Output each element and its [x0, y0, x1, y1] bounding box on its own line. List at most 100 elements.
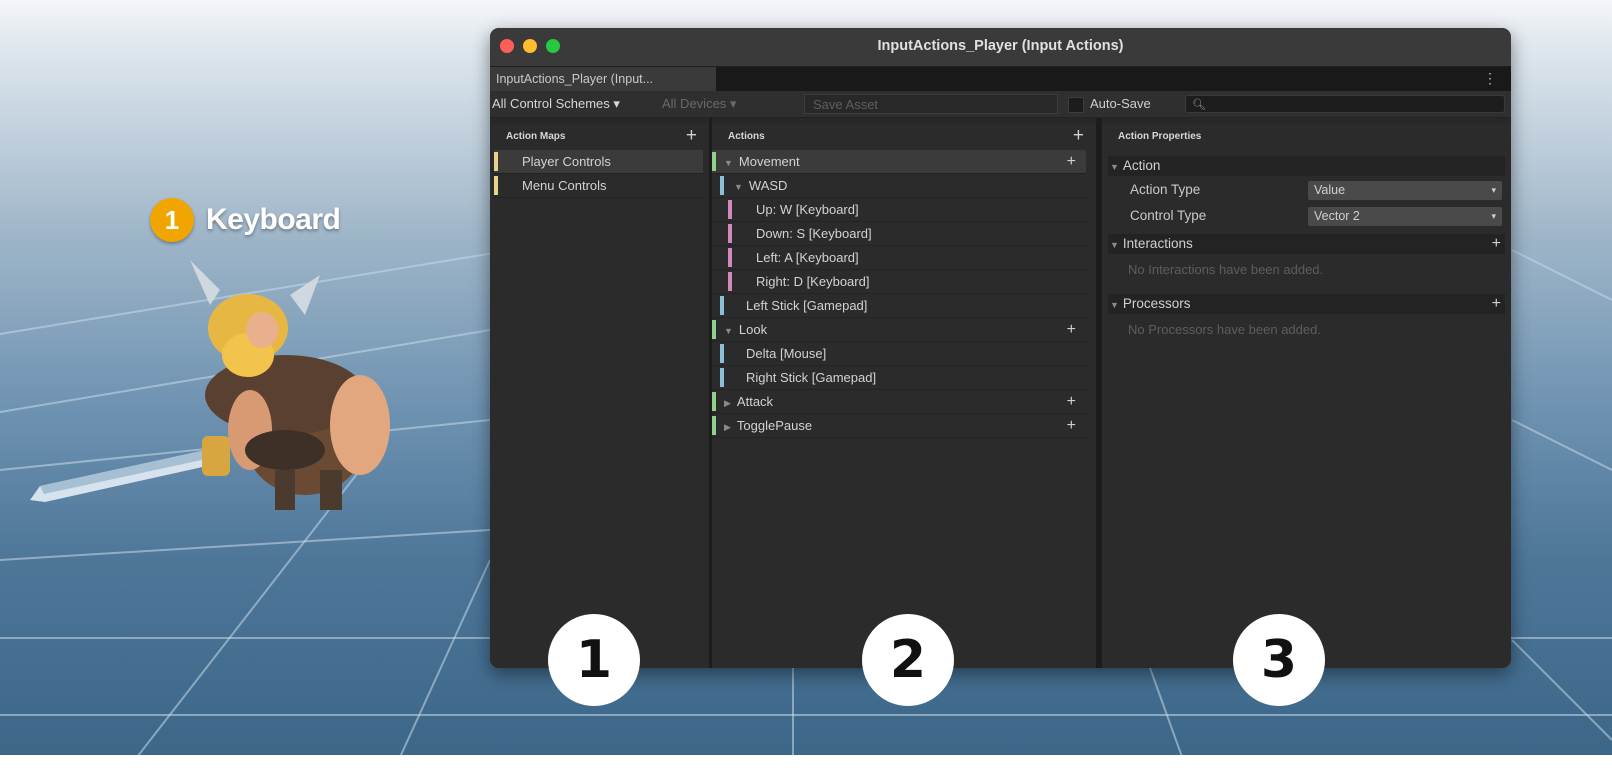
color-bar	[720, 296, 724, 315]
color-bar	[728, 248, 732, 267]
color-bar	[728, 224, 732, 243]
actions-header: Actions +	[712, 124, 1096, 150]
devices-dropdown[interactable]: All Devices ▾	[662, 91, 736, 117]
action-label: Right: D [Keyboard]	[756, 274, 870, 289]
action-label: Attack	[736, 394, 774, 409]
color-bar	[712, 320, 716, 339]
color-bar	[720, 344, 724, 363]
add-interaction-button[interactable]: +	[1492, 234, 1501, 254]
color-bar	[712, 416, 716, 435]
collapse-triangle-icon: ▼	[1110, 300, 1119, 310]
expand-triangle-icon[interactable]: ▼	[724, 158, 733, 168]
search-icon: 🔍︎	[1192, 99, 1206, 111]
action-item[interactable]: ▼ Look +	[712, 318, 1086, 342]
color-bar	[494, 152, 498, 171]
action-maps-header: Action Maps +	[490, 124, 709, 150]
action-properties-header: Action Properties	[1102, 124, 1511, 150]
collapse-triangle-icon: ▼	[1110, 240, 1119, 250]
control-type-label: Control Type	[1130, 208, 1207, 223]
action-map-label: Player Controls	[522, 154, 611, 169]
binding-item[interactable]: Left: A [Keyboard]	[712, 246, 1086, 270]
action-item[interactable]: ▶ TogglePause +	[712, 414, 1086, 438]
add-binding-button[interactable]: +	[1067, 150, 1076, 173]
action-label: Look	[738, 322, 768, 337]
input-actions-window: InputActions_Player (Input Actions) Inpu…	[490, 28, 1511, 668]
action-type-row: Action Type Value ▾	[1130, 178, 1505, 202]
search-input[interactable]: 🔍︎	[1185, 95, 1505, 113]
auto-save-label: Auto-Save	[1090, 96, 1151, 111]
expand-triangle-icon[interactable]: ▶	[724, 398, 731, 408]
badge-number: 1	[150, 198, 194, 242]
add-action-button[interactable]: +	[1073, 125, 1084, 147]
binding-item[interactable]: ▼ WASD	[712, 174, 1086, 198]
processors-section-label: Processors	[1122, 296, 1191, 311]
action-label: Left Stick [Gamepad]	[746, 298, 868, 313]
action-type-dropdown[interactable]: Value ▾	[1308, 181, 1502, 200]
action-label: Left: A [Keyboard]	[756, 250, 859, 265]
action-label: Delta [Mouse]	[746, 346, 827, 361]
tab-input-actions-player[interactable]: InputActions_Player (Input...	[490, 67, 716, 91]
color-bar	[728, 200, 732, 219]
interactions-section-label: Interactions	[1122, 236, 1193, 251]
callout-3: 3	[1233, 614, 1325, 706]
control-schemes-dropdown[interactable]: All Control Schemes ▾	[492, 91, 620, 117]
color-bar	[712, 392, 716, 411]
badge-label: Keyboard	[206, 203, 341, 236]
save-asset-button[interactable]: Save Asset	[804, 94, 1058, 114]
actions-pane: Actions + ▼ Movement + ▼ WASD Up: W [Keyboard…	[712, 124, 1096, 668]
add-binding-button[interactable]: +	[1067, 390, 1076, 413]
processors-empty-message: No Processors have been added.	[1128, 322, 1321, 337]
action-item[interactable]: ▼ Movement +	[712, 150, 1086, 174]
expand-triangle-icon[interactable]: ▼	[734, 182, 743, 192]
action-properties-pane: Action Properties ▼ Action Action Type Va…	[1102, 124, 1511, 668]
action-map-label: Menu Controls	[522, 178, 607, 193]
binding-item[interactable]: Right Stick [Gamepad]	[712, 366, 1086, 390]
expand-triangle-icon[interactable]: ▶	[724, 422, 731, 432]
action-label: TogglePause	[736, 418, 813, 433]
control-type-dropdown[interactable]: Vector 2 ▾	[1308, 207, 1502, 226]
dropdown-arrow-icon: ▾	[1491, 185, 1496, 195]
color-bar	[494, 176, 498, 195]
add-processor-button[interactable]: +	[1492, 294, 1501, 314]
title-bar[interactable]: InputActions_Player (Input Actions)	[490, 28, 1511, 67]
processors-section-header[interactable]: ▼ Processors +	[1108, 294, 1505, 314]
callout-1: 1	[548, 614, 640, 706]
action-type-label: Action Type	[1130, 182, 1201, 197]
editor-toolbar: All Control Schemes ▾ All Devices ▾ Save…	[490, 91, 1511, 118]
action-section-label: Action	[1122, 158, 1161, 173]
action-item[interactable]: ▶ Attack +	[712, 390, 1086, 414]
callout-2: 2	[862, 614, 954, 706]
action-label: Right Stick [Gamepad]	[746, 370, 877, 385]
interactions-section-header[interactable]: ▼ Interactions +	[1108, 234, 1505, 254]
binding-item[interactable]: Up: W [Keyboard]	[712, 198, 1086, 222]
action-maps-title: Action Maps	[506, 131, 566, 142]
action-maps-pane: Action Maps + Player Controls Menu Contro…	[490, 124, 709, 668]
collapse-triangle-icon: ▼	[1110, 162, 1119, 172]
expand-triangle-icon[interactable]: ▼	[724, 326, 733, 336]
action-section-header[interactable]: ▼ Action	[1108, 156, 1505, 176]
color-bar	[712, 152, 716, 171]
action-label: WASD	[748, 178, 788, 193]
binding-item[interactable]: Left Stick [Gamepad]	[712, 294, 1086, 318]
more-options-icon[interactable]: ⋮	[1483, 70, 1497, 87]
action-label: Down: S [Keyboard]	[756, 226, 872, 241]
add-action-map-button[interactable]: +	[686, 125, 697, 147]
control-type-value: Vector 2	[1314, 209, 1360, 223]
binding-item[interactable]: Right: D [Keyboard]	[712, 270, 1086, 294]
color-bar	[720, 368, 724, 387]
action-map-item[interactable]: Menu Controls	[494, 174, 703, 198]
action-type-value: Value	[1314, 183, 1346, 197]
add-binding-button[interactable]: +	[1067, 318, 1076, 341]
color-bar	[720, 176, 724, 195]
interactions-empty-message: No Interactions have been added.	[1128, 262, 1324, 277]
bottom-strip	[0, 755, 1612, 779]
action-map-item[interactable]: Player Controls	[494, 150, 703, 174]
viking-character-illustration	[30, 260, 390, 510]
tab-bar: InputActions_Player (Input... ⋮	[490, 67, 1511, 91]
auto-save-checkbox[interactable]	[1068, 97, 1084, 113]
dropdown-arrow-icon: ▾	[1491, 211, 1496, 221]
add-binding-button[interactable]: +	[1067, 414, 1076, 437]
binding-item[interactable]: Delta [Mouse]	[712, 342, 1086, 366]
binding-item[interactable]: Down: S [Keyboard]	[712, 222, 1086, 246]
action-properties-title: Action Properties	[1118, 131, 1202, 142]
